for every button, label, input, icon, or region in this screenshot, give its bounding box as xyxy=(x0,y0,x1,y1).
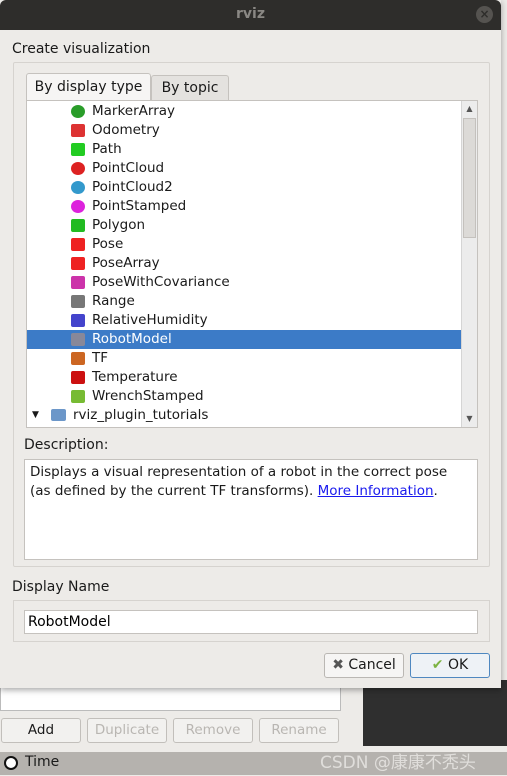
title-bar: rviz × xyxy=(0,0,501,30)
temperature-icon xyxy=(71,371,85,384)
tree-item[interactable]: PoseArray xyxy=(27,254,461,273)
tree-item-label: RelativeHumidity xyxy=(92,312,208,328)
tree-item-label: Range xyxy=(92,293,135,309)
cancel-button[interactable]: ✖ Cancel xyxy=(324,653,404,678)
display-type-tree[interactable]: MarkerArray Odometry Path PointCloud PointCl… xyxy=(26,100,478,428)
ok-button[interactable]: ✔ OK xyxy=(410,653,490,678)
pose-icon xyxy=(71,238,85,251)
tree-item-label: Pose xyxy=(92,236,124,252)
time-panel-header[interactable]: Time CSDN @康康不秃头 xyxy=(0,752,507,775)
tree-item[interactable]: Polygon xyxy=(27,216,461,235)
tree-item-label: Path xyxy=(92,141,122,157)
cancel-x-icon: ✖ xyxy=(332,657,344,673)
point-stamped-icon xyxy=(71,200,85,213)
tree-item-label: PointCloud xyxy=(92,160,165,176)
tree-item-label: Polygon xyxy=(92,217,146,233)
tree-item[interactable]: PointCloud2 xyxy=(27,178,461,197)
point-cloud-icon xyxy=(71,162,85,175)
wrench-icon xyxy=(71,390,85,403)
tree-item[interactable]: PointStamped xyxy=(27,197,461,216)
scroll-down-arrow-icon[interactable]: ▼ xyxy=(462,411,477,427)
point-cloud2-icon xyxy=(71,181,85,194)
tree-item[interactable]: Temperature xyxy=(27,368,461,387)
display-name-input[interactable] xyxy=(24,610,478,634)
render-area xyxy=(363,680,507,746)
pose-array-icon xyxy=(71,257,85,270)
description-label: Description: xyxy=(24,437,109,453)
folder-icon xyxy=(51,409,66,421)
remove-button[interactable]: Remove xyxy=(173,718,253,743)
tree-item[interactable]: Path xyxy=(27,140,461,159)
tree-item[interactable]: Pose xyxy=(27,235,461,254)
tree-item-label: PoseWithCovariance xyxy=(92,274,230,290)
marker-array-icon xyxy=(71,105,85,118)
tree-item[interactable]: MarkerArray xyxy=(27,102,461,121)
odometry-icon xyxy=(71,124,85,137)
tree-item[interactable]: PointCloud xyxy=(27,159,461,178)
tree-item-label: Odometry xyxy=(92,122,160,138)
create-visualization-label: Create visualization xyxy=(12,41,151,57)
pose-covariance-icon xyxy=(71,276,85,289)
vertical-scrollbar[interactable]: ▲ ▼ xyxy=(461,101,477,427)
tree-item-label: RobotModel xyxy=(92,331,172,347)
tree-item[interactable]: WrenchStamped xyxy=(27,387,461,406)
tree-item[interactable]: Odometry xyxy=(27,121,461,140)
watermark: CSDN @康康不秃头 xyxy=(320,753,476,773)
range-icon xyxy=(71,295,85,308)
close-icon[interactable]: × xyxy=(476,6,493,23)
description-end: . xyxy=(433,483,438,499)
expand-arrow-icon[interactable]: ▼ xyxy=(32,406,39,425)
tree-folder-label: rviz_plugin_tutorials xyxy=(73,407,209,423)
tab-by-topic[interactable]: By topic xyxy=(151,75,229,100)
humidity-icon xyxy=(71,314,85,327)
tree-item-label: PoseArray xyxy=(92,255,160,271)
more-information-link[interactable]: More Information xyxy=(318,483,434,499)
tree-item[interactable]: Range xyxy=(27,292,461,311)
add-button[interactable]: Add xyxy=(1,718,81,743)
rename-button[interactable]: Rename xyxy=(259,718,339,743)
checkmark-icon: ✔ xyxy=(431,657,444,673)
polygon-icon xyxy=(71,219,85,232)
path-icon xyxy=(71,143,85,156)
window-title: rviz xyxy=(236,6,265,22)
scroll-up-arrow-icon[interactable]: ▲ xyxy=(462,101,477,117)
description-box: Displays a visual representation of a ro… xyxy=(24,459,478,560)
clock-icon xyxy=(4,756,18,770)
tree-item-label: PointCloud2 xyxy=(92,179,173,195)
tree-item-label: MarkerArray xyxy=(92,103,176,119)
tf-icon xyxy=(71,352,85,365)
cancel-label: Cancel xyxy=(348,657,396,673)
add-display-dialog: rviz × Create visualization By display t… xyxy=(0,0,501,688)
scrollbar-thumb[interactable] xyxy=(463,118,476,238)
tree-folder-item[interactable]: ▼ rviz_plugin_tutorials xyxy=(27,406,461,425)
display-name-label: Display Name xyxy=(12,579,110,595)
tab-by-display-type[interactable]: By display type xyxy=(26,73,151,101)
time-label: Time xyxy=(25,754,60,770)
tree-item-label: TF xyxy=(92,350,109,366)
tree-item[interactable]: RelativeHumidity xyxy=(27,311,461,330)
robot-model-icon xyxy=(71,333,85,346)
tree-item[interactable]: PoseWithCovariance xyxy=(27,273,461,292)
ok-label: OK xyxy=(447,657,469,673)
tree-item-label: PointStamped xyxy=(92,198,187,214)
tree-item[interactable]: RobotModel xyxy=(27,330,461,349)
duplicate-button[interactable]: Duplicate xyxy=(87,718,167,743)
tree-item-label: WrenchStamped xyxy=(92,388,204,404)
tree-item-label: Temperature xyxy=(92,369,178,385)
tree-item[interactable]: TF xyxy=(27,349,461,368)
